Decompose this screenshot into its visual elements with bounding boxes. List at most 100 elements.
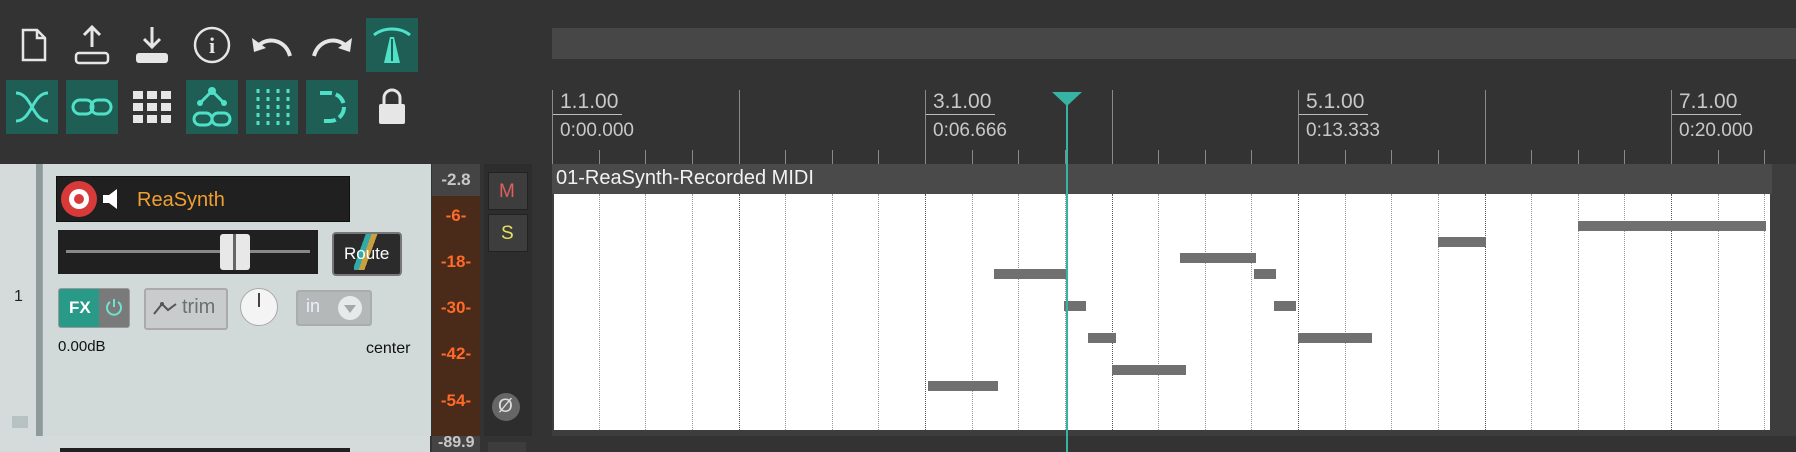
midi-note[interactable] [994,269,1066,279]
new-project-icon[interactable] [8,18,60,72]
input-select-button[interactable]: in [296,290,372,326]
midi-note[interactable] [1254,269,1276,279]
midi-note[interactable] [1180,253,1256,263]
grid-line [598,194,600,430]
grid-line [1344,194,1346,430]
ruler-tick [1391,150,1393,164]
grid-line [785,194,787,430]
auto-crossfade-icon[interactable] [6,80,58,134]
loop-icon[interactable] [306,80,358,134]
next-track-name-box [60,448,350,452]
midi-note[interactable] [1438,237,1486,247]
timeline-ruler[interactable]: 1.1.00 0:00.000 3.1.00 0:06.666 5.1.00 0… [552,90,1796,164]
grid-line [878,194,880,430]
ruler-time-label: 0:13.333 [1306,120,1380,141]
track-name-box[interactable]: ReaSynth [56,176,350,222]
ruler-tick [971,150,973,164]
edit-cursor[interactable] [1066,100,1068,452]
track-number-column[interactable]: 1 [6,164,40,436]
ruler-tick [1531,150,1533,164]
ruler-tick [552,90,553,164]
grid-line [691,194,693,430]
ruler-time-label: 0:20.000 [1679,120,1753,141]
track-name[interactable]: ReaSynth [137,189,225,212]
ruler-tick [1577,150,1579,164]
meter-tick: -54- [440,391,472,410]
ruler-time-label: 0:00.000 [560,120,634,141]
meter-peak[interactable]: -2.8 [432,170,480,190]
grid-line [1111,194,1113,430]
track-divider [36,164,42,436]
snap-icon[interactable] [246,80,298,134]
ruler-tick [1484,90,1486,164]
ripple-edit-icon[interactable] [186,80,238,134]
midi-note[interactable] [1274,301,1296,311]
ruler-tick [831,150,833,164]
meter-tick: -6- [445,206,467,225]
folder-icon[interactable] [12,416,28,428]
next-track-meter: -89.9 [432,436,480,452]
edit-cursor-head[interactable] [1050,90,1084,113]
track-number: 1 [14,288,23,305]
grid-line [645,194,647,430]
solo-label: S [501,223,514,244]
lock-icon[interactable] [366,80,418,134]
redo-icon[interactable] [306,18,358,72]
fx-bypass-icon[interactable] [105,297,123,322]
midi-note[interactable] [1578,221,1766,231]
save-project-icon[interactable] [126,18,178,72]
grid-line [1018,194,1020,430]
meter-tick: -18- [440,252,472,271]
ruler-tick [878,150,880,164]
ruler-bar-label: 7.1.00 [1671,90,1742,115]
media-item-header[interactable]: 01-ReaSynth-Recorded MIDI [552,164,1772,194]
grid-line [1484,194,1486,430]
pan-readout: center [366,340,411,357]
fx-button[interactable]: FX [58,288,130,328]
speaker-icon[interactable] [101,187,127,216]
media-item-title: 01-ReaSynth-Recorded MIDI [556,167,814,189]
ruler-tick [1111,90,1113,164]
undo-icon[interactable] [246,18,298,72]
open-project-icon[interactable] [66,18,118,72]
mute-button[interactable]: M [488,172,528,210]
volume-fader[interactable] [58,230,318,274]
ruler-tick [738,90,740,164]
grid-line [1204,194,1206,430]
chevron-down-icon [338,296,362,320]
volume-readout: 0.00dB [58,338,106,355]
automation-trim-button[interactable]: trim [144,288,228,330]
record-arm-button[interactable] [61,181,97,217]
midi-note[interactable] [1298,333,1372,343]
fx-label: FX [69,298,91,317]
ruler-tick [598,150,600,164]
midi-note[interactable] [1112,365,1186,375]
project-info-icon[interactable]: i [186,18,238,72]
input-label: in [306,296,321,316]
ruler-tick [1624,150,1626,164]
svg-text:i: i [209,33,215,58]
grid-line [1251,194,1253,430]
grid-line [971,194,973,430]
ruler-tick [1298,90,1299,164]
route-button[interactable]: Route [332,232,402,276]
transport-scroll-track[interactable] [552,28,1796,59]
midi-note[interactable] [928,381,998,391]
ruler-tick [1204,150,1206,164]
metronome-icon[interactable] [366,18,418,72]
grid-icon[interactable] [126,80,178,134]
pan-knob[interactable] [240,288,278,326]
ruler-tick [1717,150,1719,164]
meter-tick: -42- [440,344,472,363]
mute-label: M [499,181,515,202]
midi-note[interactable] [1088,333,1116,343]
grid-line [1158,194,1160,430]
volume-fader-handle[interactable] [220,234,251,270]
solo-button[interactable]: S [488,214,528,252]
next-mute-button [488,442,526,452]
phase-invert-button[interactable]: Ø [492,393,520,421]
trim-label: trim [182,296,216,318]
phase-label: Ø [498,396,513,417]
ruler-tick [925,90,926,164]
link-icon[interactable] [66,80,118,134]
